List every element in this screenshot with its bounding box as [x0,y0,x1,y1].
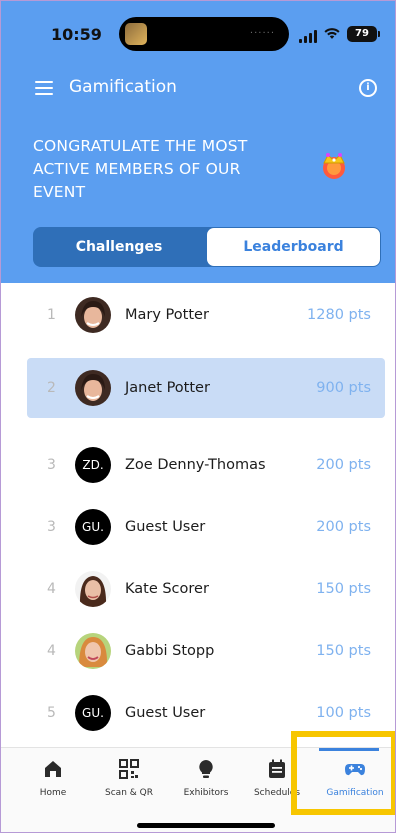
row-name: Kate Scorer [125,581,209,597]
row-rank: 3 [47,457,56,473]
leaderboard-row[interactable]: 1 Mary Potter 1280 pts [27,285,385,345]
nav-item-scan-qr[interactable]: Scan & QR [97,748,161,808]
island-activity-dots: ······ [249,28,275,39]
app-screen: 10:59 ······ 79 Gamification i CONGRATUL… [0,0,396,833]
row-name: Zoe Denny-Thomas [125,457,266,473]
dynamic-island: ······ [119,17,289,51]
nav-label: Exhibitors [183,788,229,798]
info-icon[interactable]: i [359,79,377,97]
status-time: 10:59 [51,25,102,44]
row-points: 1280 pts [307,307,371,323]
row-rank: 1 [47,307,56,323]
highlight-annotation-box [291,731,395,815]
page-title: Gamification [69,77,177,97]
home-indicator[interactable] [137,823,275,828]
nav-item-exhibitors[interactable]: Exhibitors [173,748,239,808]
nav-label: Scan & QR [105,788,153,798]
tab-leaderboard[interactable]: Leaderboard [207,228,380,266]
avatar [75,633,111,669]
avatar-initials: GU. [75,509,111,545]
avatar [75,370,111,406]
leaderboard-row[interactable]: 4 Kate Scorer 150 pts [27,559,385,619]
row-rank: 5 [47,705,56,721]
row-name: Guest User [125,519,206,535]
nav-item-home[interactable]: Home [21,748,85,808]
row-points: 200 pts [316,519,371,535]
row-points: 900 pts [316,380,371,396]
row-rank: 4 [47,581,56,597]
battery-indicator: 79 [347,26,377,42]
row-name: Guest User [125,705,206,721]
leaderboard-row[interactable]: 3 ZD. Zoe Denny-Thomas 200 pts [27,435,385,495]
tab-challenges[interactable]: Challenges [33,227,205,267]
banner-text: CONGRATULATE THE MOST ACTIVE MEMBERS OF … [33,137,248,201]
leaderboard-row[interactable]: 3 GU. Guest User 200 pts [27,497,385,557]
avatar [75,571,111,607]
row-points: 200 pts [316,457,371,473]
lightbulb-icon [199,760,213,778]
now-playing-app-icon [125,23,147,45]
row-rank: 2 [47,380,56,396]
hamburger-menu-icon[interactable] [35,81,53,95]
battery-tip [378,31,380,37]
row-name: Janet Potter [125,380,210,396]
avatar-initials: ZD. [75,447,111,483]
row-points: 150 pts [316,643,371,659]
avatar [75,297,111,333]
row-name: Mary Potter [125,307,209,323]
row-name: Gabbi Stopp [125,643,215,659]
row-rank: 4 [47,643,56,659]
app-top-bar: Gamification i [1,73,395,103]
avatar-initials: GU. [75,695,111,731]
calendar-icon [269,759,285,778]
home-icon [45,761,61,777]
leaderboard-list: 1 Mary Potter 1280 pts 2 Janet Potter 90… [1,283,395,747]
nav-label: Home [39,788,67,798]
qr-code-icon [119,759,139,779]
row-rank: 3 [47,519,56,535]
leaderboard-row-highlighted[interactable]: 2 Janet Potter 900 pts [27,358,385,418]
segmented-control: Challenges Leaderboard [33,227,381,267]
cellular-signal-icon [299,29,319,43]
crown-trophy-icon [323,153,345,179]
status-bar: 10:59 ······ 79 [1,15,395,55]
wifi-icon [324,28,340,39]
row-points: 150 pts [316,581,371,597]
leaderboard-row[interactable]: 4 Gabbi Stopp 150 pts [27,621,385,681]
